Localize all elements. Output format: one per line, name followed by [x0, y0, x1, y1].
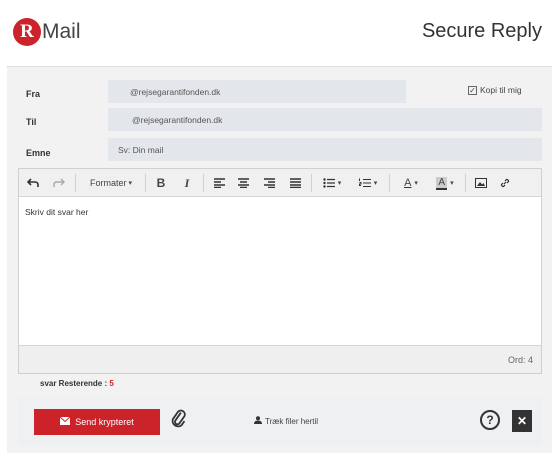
- numbered-list-icon[interactable]: ▾: [353, 174, 383, 192]
- remaining-replies: svar Resterende : 5: [40, 379, 114, 388]
- toolbar-divider: [203, 174, 204, 192]
- to-label: Til: [26, 117, 37, 127]
- page-title: Secure Reply: [421, 20, 542, 42]
- remaining-value: 5: [109, 379, 114, 388]
- copy-label: Kopi til mig: [480, 85, 522, 95]
- close-icon[interactable]: ✕: [512, 410, 532, 432]
- user-icon: [254, 416, 262, 426]
- from-value: @rejsegarantifonden.dk: [130, 86, 221, 97]
- italic-button[interactable]: I: [179, 174, 195, 192]
- help-icon[interactable]: ?: [480, 410, 500, 430]
- toolbar-divider: [75, 174, 76, 192]
- to-field[interactable]: @rejsegarantifonden.dk: [108, 108, 542, 131]
- chevron-down-icon: ▾: [128, 180, 133, 187]
- copy-to-me-checkbox[interactable]: ✓ Kopi til mig: [468, 85, 522, 95]
- redo-icon[interactable]: [51, 174, 67, 192]
- logo: R Mail: [13, 18, 81, 46]
- drop-files-area[interactable]: Træk filer hertil: [254, 416, 318, 426]
- image-icon[interactable]: [473, 174, 489, 192]
- align-center-icon[interactable]: [235, 174, 251, 192]
- paperclip-icon[interactable]: [170, 408, 188, 435]
- send-label: Send krypteret: [75, 417, 134, 427]
- subject-value: Sv: Din mail: [118, 144, 164, 155]
- footer: Send krypteret Træk filer hertil ? ✕: [18, 398, 542, 446]
- editor-toolbar: Formater ▾ B I ▾ ▾ A ▾ A ▾: [19, 169, 541, 197]
- subject-label: Emne: [26, 148, 51, 158]
- from-field[interactable]: @rejsegarantifonden.dk: [108, 80, 406, 103]
- toolbar-divider: [465, 174, 466, 192]
- undo-icon[interactable]: [25, 174, 41, 192]
- word-count: Ord: 4: [507, 355, 533, 365]
- toolbar-divider: [145, 174, 146, 192]
- from-label: Fra: [26, 89, 41, 99]
- rich-text-editor[interactable]: Formater ▾ B I ▾ ▾ A ▾ A ▾ Skriv dit sva…: [18, 168, 542, 374]
- bullet-list-icon[interactable]: ▾: [317, 174, 347, 192]
- align-left-icon[interactable]: [211, 174, 227, 192]
- align-right-icon[interactable]: [261, 174, 277, 192]
- editor-statusbar: Ord: 4: [19, 345, 541, 373]
- checkbox-icon[interactable]: ✓: [468, 85, 477, 95]
- logo-text: Mail: [42, 20, 81, 43]
- format-dropdown[interactable]: Formater ▾: [81, 174, 141, 192]
- link-icon[interactable]: [497, 174, 513, 192]
- toolbar-divider: [389, 174, 390, 192]
- format-label: Formater: [89, 178, 127, 188]
- align-justify-icon[interactable]: [287, 174, 303, 192]
- drop-label: Træk filer hertil: [265, 416, 319, 426]
- editor-body[interactable]: Skriv dit svar her: [25, 207, 88, 217]
- to-value: @rejsegarantifonden.dk: [132, 114, 223, 125]
- bold-button[interactable]: B: [153, 174, 169, 192]
- text-color-icon[interactable]: A ▾: [397, 174, 425, 192]
- remaining-label: svar Resterende :: [40, 379, 108, 388]
- logo-badge: R: [13, 18, 41, 46]
- subject-field[interactable]: Sv: Din mail: [108, 138, 542, 161]
- background-color-icon[interactable]: A ▾: [431, 174, 459, 192]
- send-encrypted-button[interactable]: Send krypteret: [34, 409, 160, 435]
- header: R Mail Secure Reply: [0, 0, 552, 64]
- envelope-icon: [59, 416, 71, 427]
- toolbar-divider: [311, 174, 312, 192]
